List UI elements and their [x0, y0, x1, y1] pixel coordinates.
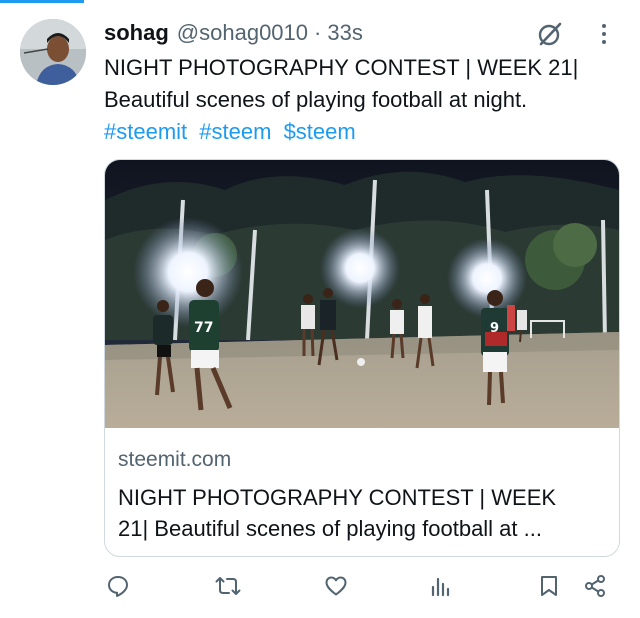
card-title[interactable]: NIGHT PHOTOGRAPHY CONTEST | WEEK 21| Bea…	[118, 482, 608, 544]
heart-icon[interactable]	[322, 572, 350, 600]
hashtag-line: #steemit #steem $steem	[104, 116, 624, 148]
separator-dot: ·	[314, 20, 322, 45]
timestamp[interactable]: 33s	[327, 20, 362, 46]
tweet-line-1: NIGHT PHOTOGRAPHY CONTEST | WEEK 21|	[104, 55, 579, 80]
tweet-text: NIGHT PHOTOGRAPHY CONTEST | WEEK 21| Bea…	[104, 52, 624, 148]
hashtag-steemit[interactable]: #steemit	[104, 119, 187, 144]
card-title-line-1: NIGHT PHOTOGRAPHY CONTEST | WEEK	[118, 485, 557, 510]
card-image[interactable]: 77 9	[105, 160, 619, 428]
grok-icon[interactable]	[533, 17, 567, 51]
retweet-icon[interactable]	[214, 572, 242, 600]
more-icon[interactable]	[590, 20, 618, 48]
bookmark-icon[interactable]	[535, 572, 563, 600]
hashtag-steem[interactable]: #steem	[199, 119, 271, 144]
reply-icon[interactable]	[104, 572, 132, 600]
card-title-line-2: 21| Beautiful scenes of playing football…	[118, 516, 542, 541]
top-accent-bar	[0, 0, 84, 3]
svg-text:77: 77	[194, 320, 213, 336]
views-icon[interactable]	[426, 572, 454, 600]
action-bar	[104, 568, 624, 604]
cashtag-steem[interactable]: $steem	[284, 119, 356, 144]
user-handle[interactable]: @sohag0010	[177, 20, 308, 46]
user-name[interactable]: sohag	[104, 20, 169, 46]
link-card[interactable]: 77 9 steemit.com NIGHT PHOTOGRAPHY CONTE…	[104, 159, 620, 557]
tweet-line-2: Beautiful scenes of playing football at …	[104, 87, 528, 112]
card-domain[interactable]: steemit.com	[118, 448, 231, 472]
share-icon[interactable]	[581, 572, 609, 600]
avatar[interactable]	[20, 19, 86, 85]
svg-text:9: 9	[490, 321, 499, 336]
tweet-header: sohag @sohag0010 · 33s	[104, 16, 363, 50]
